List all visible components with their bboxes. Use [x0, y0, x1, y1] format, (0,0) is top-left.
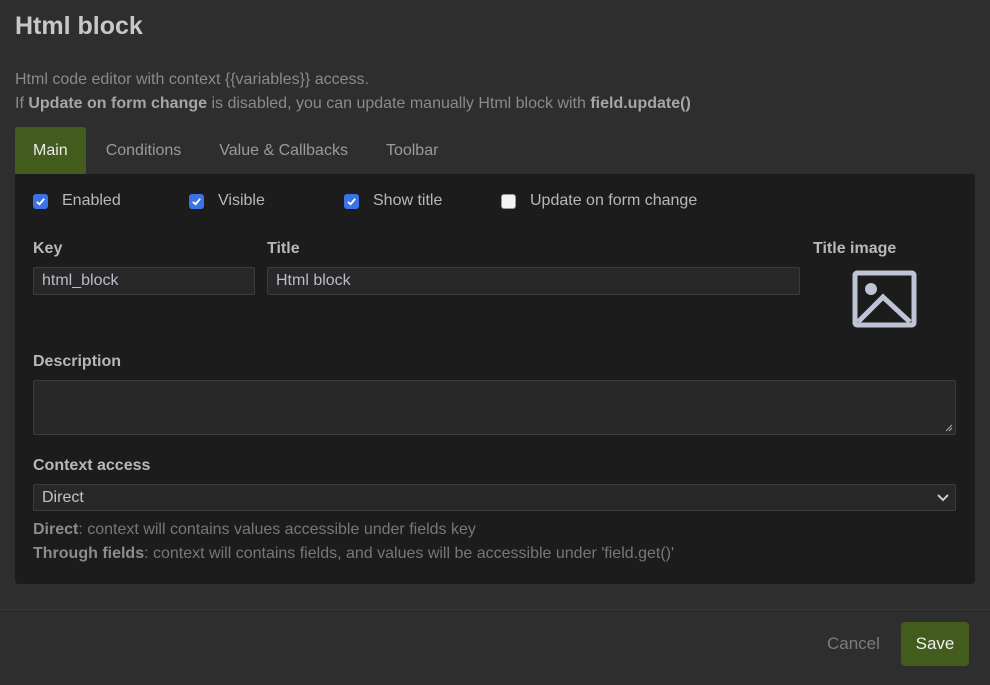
tab-bar: Main Conditions Value & Callbacks Toolba… [15, 127, 456, 174]
footer-divider [0, 609, 990, 610]
checkbox-unchecked-icon[interactable] [501, 193, 516, 209]
desc-bold-method: field.update() [590, 95, 691, 112]
page-title: Html block [15, 12, 143, 40]
description-line-2: If Update on form change is disabled, yo… [15, 92, 691, 116]
key-label: Key [33, 240, 63, 257]
checkbox-checked-icon[interactable] [189, 193, 204, 209]
desc-bold-update: Update on form change [28, 95, 208, 112]
checkbox-checked-icon[interactable] [344, 193, 359, 209]
title-input[interactable]: Html block [267, 267, 800, 295]
description-textarea[interactable] [33, 380, 956, 435]
title-image-label: Title image [813, 240, 897, 257]
help-through-bold: Through fields [33, 545, 145, 562]
cancel-button[interactable]: Cancel [827, 634, 880, 654]
image-placeholder-icon[interactable] [852, 270, 917, 328]
visible-label: Visible [218, 192, 265, 209]
key-input[interactable]: html_block [33, 267, 255, 295]
help-direct-text: : context will contains values accessibl… [78, 521, 476, 538]
desc-prefix: If [15, 95, 29, 112]
context-access-select[interactable]: Direct [33, 484, 956, 511]
description-line-1: Html code editor with context {{variable… [15, 71, 369, 88]
enabled-checkbox[interactable]: Enabled [33, 192, 121, 210]
save-button[interactable]: Save [901, 622, 969, 666]
update-on-form-change-label: Update on form change [530, 192, 698, 209]
tab-main[interactable]: Main [15, 127, 86, 174]
help-direct-bold: Direct [33, 521, 79, 538]
update-on-form-change-checkbox[interactable]: Update on form change [501, 192, 697, 210]
tab-value-callbacks[interactable]: Value & Callbacks [199, 127, 366, 174]
title-label: Title [267, 240, 300, 257]
help-through-text: : context will contains fields, and valu… [144, 545, 675, 562]
show-title-label: Show title [373, 192, 443, 209]
context-access-help: Direct: context will contains values acc… [33, 518, 674, 566]
tab-toolbar[interactable]: Toolbar [366, 127, 456, 174]
main-panel: Enabled Visible Show title Update on for… [15, 174, 975, 584]
enabled-label: Enabled [62, 192, 121, 209]
tab-conditions[interactable]: Conditions [86, 127, 200, 174]
resize-handle-icon[interactable] [945, 424, 953, 432]
checkbox-checked-icon[interactable] [33, 193, 48, 209]
desc-middle: is disabled, you can update manually Htm… [207, 95, 591, 112]
help-through-fields: Through fields: context will contains fi… [33, 542, 674, 566]
context-access-value: Direct [42, 489, 84, 506]
help-direct: Direct: context will contains values acc… [33, 518, 674, 542]
show-title-checkbox[interactable]: Show title [344, 192, 442, 210]
context-access-label: Context access [33, 457, 151, 474]
chevron-down-icon [937, 494, 949, 502]
description-label: Description [33, 353, 122, 370]
visible-checkbox[interactable]: Visible [189, 192, 265, 210]
description-text: Html code editor with context {{variable… [15, 68, 691, 116]
